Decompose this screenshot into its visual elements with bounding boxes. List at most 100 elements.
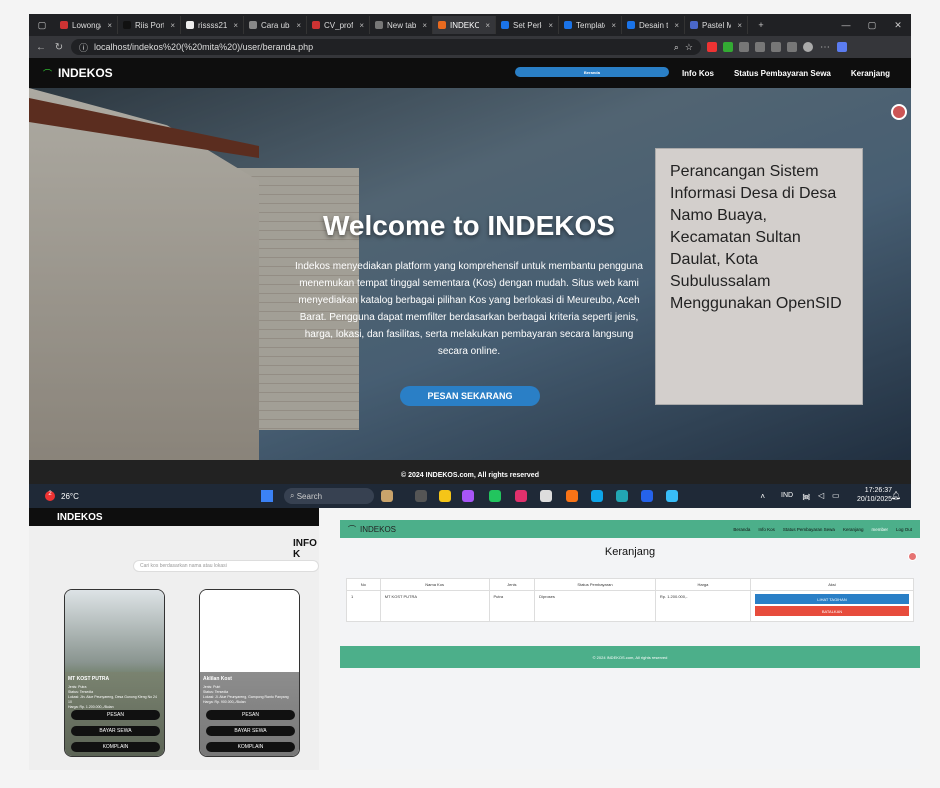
tab-actions-icon[interactable]: ▢: [29, 20, 55, 31]
copilot-icon[interactable]: [837, 42, 847, 52]
minimize-icon[interactable]: —: [833, 20, 859, 31]
zoom-icon[interactable]: ⌕: [674, 42, 679, 53]
kos-card: Aklilan Kost Jenis: Putri Status: Tersed…: [199, 589, 300, 757]
file-explorer-icon[interactable]: [439, 490, 451, 502]
kos-card: MT KOST PUTRA Jenis: Putra Status: Terse…: [64, 589, 165, 757]
tab-close-icon[interactable]: ×: [296, 21, 301, 30]
new-tab-icon[interactable]: +: [748, 20, 774, 30]
tab-strip: ▢ Lowongan×Riis Portofo×rissss21 (R×Cara…: [29, 14, 911, 36]
whatsapp-icon[interactable]: [489, 490, 501, 502]
tab-label: Lowongan: [72, 20, 101, 30]
nav-status-pembayaran[interactable]: Status Pembayaran Sewa: [727, 65, 838, 82]
app-icon[interactable]: [381, 490, 393, 502]
tab-close-icon[interactable]: ×: [737, 21, 742, 30]
tab-close-icon[interactable]: ×: [422, 21, 427, 30]
profile-avatar[interactable]: [803, 42, 813, 52]
floating-widget-icon[interactable]: [908, 552, 917, 561]
komplain-button[interactable]: KOMPLAIN: [206, 742, 295, 752]
nav-keranjang[interactable]: Keranjang: [844, 65, 897, 82]
keranjang-screenshot: ⌒ INDEKOS Beranda Info Kos Status Pembay…: [340, 520, 920, 769]
favorite-icon[interactable]: ☆: [685, 42, 693, 53]
hero-title: Welcome to INDEKOS: [323, 210, 615, 241]
tab-close-icon[interactable]: ×: [170, 21, 175, 30]
tab-close-icon[interactable]: ×: [611, 21, 616, 30]
pesan-button[interactable]: PESAN: [71, 710, 160, 720]
vscode-icon[interactable]: [591, 490, 603, 502]
pesan-sekarang-button[interactable]: PESAN SEKARANG: [400, 386, 540, 406]
language-indicator[interactable]: IND: [781, 492, 793, 499]
nav-info-kos[interactable]: Info Kos: [758, 527, 775, 532]
weather-text[interactable]: 26°C: [61, 492, 79, 501]
wifi-icon[interactable]: ᯼: [802, 491, 811, 502]
pesan-button[interactable]: PESAN: [206, 710, 295, 720]
word-icon[interactable]: [641, 490, 653, 502]
kos-search-input[interactable]: Cari kos berdasarkan nama atau lokasi: [133, 560, 319, 572]
close-window-icon[interactable]: ✕: [885, 20, 911, 31]
column-header: Status Pembayaran: [534, 578, 656, 591]
edge-icon[interactable]: [616, 490, 628, 502]
tab-close-icon[interactable]: ×: [107, 21, 112, 30]
tab-close-icon[interactable]: ×: [233, 21, 238, 30]
battery-icon[interactable]: ▭: [832, 491, 840, 500]
download-icon[interactable]: [787, 42, 797, 52]
notification-bell-icon[interactable]: 🔔︎: [891, 491, 901, 500]
nav-keranjang[interactable]: Keranjang: [843, 527, 864, 532]
extension-icon[interactable]: [707, 42, 717, 52]
windows-start-icon[interactable]: [261, 490, 273, 502]
history-icon[interactable]: [771, 42, 781, 52]
tab-close-icon[interactable]: ×: [674, 21, 679, 30]
browser-tab[interactable]: INDEKOS ×: [433, 16, 496, 34]
info-icon[interactable]: ⓘ: [79, 41, 88, 54]
instagram-icon[interactable]: [515, 490, 527, 502]
app-icon[interactable]: [666, 490, 678, 502]
browser-tab[interactable]: Desain tan ×: [622, 16, 685, 34]
taskview-icon[interactable]: [415, 490, 427, 502]
lihat-tagihan-button[interactable]: LIHAT TAGIHAN: [755, 594, 909, 604]
browser-tab[interactable]: rissss21 (R ×: [181, 16, 244, 34]
bayar-sewa-button[interactable]: BAYAR SEWA: [71, 726, 160, 736]
nav-status-pembayaran[interactable]: Status Pembayaran Sewa: [783, 527, 835, 532]
app-icon[interactable]: [540, 490, 552, 502]
taskbar-search[interactable]: ⌕ Search: [284, 488, 374, 504]
tab-favicon-icon: [186, 21, 194, 29]
tab-label: rissss21 (R: [198, 20, 228, 30]
cart-brand[interactable]: INDEKOS: [360, 525, 396, 534]
more-icon[interactable]: ⋯: [819, 42, 831, 53]
refresh-icon[interactable]: ↻: [53, 42, 65, 53]
batalkan-button[interactable]: BATALKAN: [755, 606, 909, 616]
favorites-icon[interactable]: [755, 42, 765, 52]
komplain-button[interactable]: KOMPLAIN: [71, 742, 160, 752]
maximize-icon[interactable]: ▢: [859, 20, 885, 31]
tray-chevron-icon[interactable]: ˄: [760, 492, 765, 501]
taskbar-clock[interactable]: 17:26:37 20/10/2025: [857, 486, 892, 504]
browser-tab[interactable]: Set Perleng ×: [496, 16, 559, 34]
tab-close-icon[interactable]: ×: [485, 21, 490, 30]
browser-tab[interactable]: Template ×: [559, 16, 622, 34]
nav-beranda[interactable]: Beranda: [514, 67, 669, 77]
browser-tab[interactable]: Cara ubah ×: [244, 16, 307, 34]
app-icon[interactable]: [462, 490, 474, 502]
shield-icon[interactable]: [723, 42, 733, 52]
tab-close-icon[interactable]: ×: [548, 21, 553, 30]
browser-tab[interactable]: Pastel Mir ×: [685, 16, 748, 34]
nav-logout[interactable]: Log Out: [896, 527, 912, 532]
volume-icon[interactable]: ◁: [818, 491, 824, 500]
floating-widget-icon[interactable]: [891, 104, 907, 120]
back-icon[interactable]: ←: [35, 42, 47, 53]
xampp-icon[interactable]: [566, 490, 578, 502]
nav-member[interactable]: member: [871, 527, 888, 532]
url-input[interactable]: ⓘ localhost/indekos%20(%20mita%20)/user/…: [71, 39, 701, 55]
site-brand[interactable]: INDEKOS: [58, 66, 113, 80]
bayar-sewa-button[interactable]: BAYAR SEWA: [206, 726, 295, 736]
browser-tab[interactable]: Lowongan ×: [55, 16, 118, 34]
tab-close-icon[interactable]: ×: [359, 21, 364, 30]
extensions-icon[interactable]: [739, 42, 749, 52]
nav-beranda[interactable]: Beranda: [733, 527, 750, 532]
browser-tab[interactable]: CV_profile ×: [307, 16, 370, 34]
info-brand[interactable]: INDEKOS: [57, 512, 103, 523]
browser-tab[interactable]: New tab ×: [370, 16, 433, 34]
nav-info-kos[interactable]: Info Kos: [675, 65, 721, 82]
browser-tab[interactable]: Riis Portofo ×: [118, 16, 181, 34]
cell-status: Diproses: [534, 590, 656, 622]
cell-nama-kos: MT KOST PUTRA: [379, 590, 490, 622]
